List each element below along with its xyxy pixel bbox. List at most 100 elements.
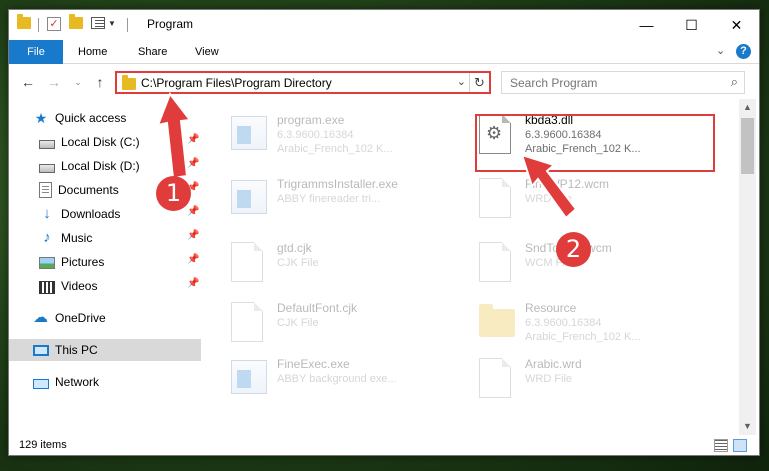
- pin-icon[interactable]: 📌: [187, 230, 199, 241]
- sidebar-item-network[interactable]: Network: [9, 371, 201, 393]
- download-icon: ↓: [43, 205, 51, 222]
- highlight-box-dll: [475, 114, 715, 172]
- search-input[interactable]: [502, 72, 712, 93]
- customize-toolbar-icon[interactable]: [91, 17, 105, 29]
- drive-icon: [39, 163, 55, 173]
- file-item-trigramms-installer[interactable]: TrigrammsInstaller.exe ABBY finereader t…: [215, 171, 455, 223]
- computer-icon: [33, 345, 49, 356]
- pin-icon[interactable]: 📌: [187, 158, 199, 169]
- scroll-up-icon[interactable]: ▲: [739, 99, 756, 116]
- file-item-program-exe[interactable]: program.exe 6.3.9600.16384 Arabic_French…: [215, 107, 455, 159]
- forward-arrow-icon[interactable]: →: [43, 72, 65, 92]
- sidebar-item-local-disk-d[interactable]: Local Disk (D:) 📌: [9, 155, 201, 177]
- document-icon: [231, 242, 263, 282]
- sidebar-item-label: Local Disk (C:): [61, 135, 140, 149]
- scroll-thumb[interactable]: [741, 118, 754, 174]
- file-item-fineexec[interactable]: FineExec.exe ABBY background exe...: [215, 351, 455, 403]
- file-version: 6.3.9600.16384: [277, 129, 354, 141]
- maximize-button[interactable]: ☐: [669, 10, 714, 40]
- file-name: Resource: [525, 301, 577, 315]
- pictures-icon: [39, 257, 55, 269]
- properties-check-icon[interactable]: ✓: [47, 17, 61, 31]
- ribbon-tabs: File Home Share View ⌄ ?: [9, 40, 759, 64]
- file-description: ABBY background exe...: [277, 373, 397, 385]
- sidebar-item-label: Videos: [61, 279, 98, 293]
- large-icons-view-icon[interactable]: [733, 439, 747, 452]
- sidebar-item-label: Documents: [58, 183, 119, 197]
- divider: [38, 18, 39, 32]
- file-name: DefaultFont.cjk: [277, 301, 358, 315]
- file-item-resource[interactable]: Resource 6.3.9600.16384 Arabic_French_10…: [463, 295, 703, 347]
- folder-icon: [122, 75, 136, 90]
- back-arrow-icon[interactable]: ←: [17, 72, 39, 92]
- sidebar-item-label: Pictures: [61, 255, 105, 269]
- close-button[interactable]: ✕: [714, 10, 759, 40]
- item-count: 129 items: [19, 439, 67, 451]
- folder-icon: [479, 304, 515, 337]
- file-name: program.exe: [277, 113, 345, 127]
- document-icon: [479, 358, 511, 398]
- document-icon: [479, 242, 511, 282]
- search-box[interactable]: ⌕: [501, 71, 745, 94]
- cloud-icon: ☁: [33, 309, 48, 326]
- folder-icon[interactable]: [17, 14, 31, 29]
- tab-share[interactable]: Share: [138, 40, 167, 64]
- step-badge-2: 2: [556, 232, 591, 267]
- new-folder-icon[interactable]: [69, 14, 83, 29]
- address-toolbar: ← → ⌄ ↑ C:\Program Files\Program Directo…: [9, 65, 759, 99]
- chevron-down-icon[interactable]: ▼: [108, 19, 116, 28]
- chevron-down-icon[interactable]: ⌄: [457, 75, 466, 88]
- file-type: WRD File: [525, 193, 573, 205]
- sidebar-item-pictures[interactable]: Pictures 📌: [9, 251, 201, 273]
- tab-view[interactable]: View: [195, 40, 219, 64]
- status-bar: 129 items: [9, 435, 759, 455]
- network-icon: [33, 378, 49, 389]
- tab-file[interactable]: File: [9, 40, 63, 64]
- sidebar-item-music[interactable]: ♪ Music 📌: [9, 227, 201, 249]
- chevron-down-icon[interactable]: ⌄: [716, 44, 725, 57]
- scroll-down-icon[interactable]: ▼: [739, 418, 756, 435]
- sidebar-item-onedrive[interactable]: ☁ OneDrive: [9, 307, 201, 329]
- help-icon[interactable]: ?: [736, 44, 751, 59]
- file-list: program.exe 6.3.9600.16384 Arabic_French…: [205, 99, 737, 435]
- pin-icon[interactable]: 📌: [187, 134, 199, 145]
- up-arrow-icon[interactable]: ↑: [89, 72, 111, 92]
- file-description: ABBY finereader tri...: [277, 193, 381, 205]
- pin-icon[interactable]: 📌: [187, 254, 199, 265]
- executable-icon: [231, 360, 267, 394]
- address-bar[interactable]: C:\Program Files\Program Directory ⌄ ↻: [115, 71, 491, 94]
- recent-locations-icon[interactable]: ⌄: [67, 72, 89, 92]
- sidebar-item-label: This PC: [55, 343, 98, 357]
- file-item-arabic-wrd[interactable]: Arabic.wrd WRD File: [463, 351, 703, 403]
- explorer-window: ✓ ▼ Program — ☐ ✕ File Home Share View ⌄…: [8, 9, 760, 456]
- file-name: FineExec.exe: [277, 357, 350, 371]
- sidebar-item-videos[interactable]: Videos 📌: [9, 275, 201, 297]
- drive-icon: [39, 139, 55, 149]
- refresh-icon[interactable]: ↻: [469, 73, 489, 92]
- file-item-gtd-cjk[interactable]: gtd.cjk CJK File: [215, 235, 455, 287]
- pin-icon[interactable]: 📌: [187, 206, 199, 217]
- file-version: 6.3.9600.16384: [525, 317, 602, 329]
- vertical-scrollbar[interactable]: ▲ ▼: [739, 99, 756, 435]
- sidebar-item-quick-access[interactable]: ★ Quick access: [9, 107, 201, 129]
- pin-icon[interactable]: 📌: [187, 278, 199, 289]
- file-item-defaultfont[interactable]: DefaultFont.cjk CJK File: [215, 295, 455, 347]
- address-path[interactable]: C:\Program Files\Program Directory: [141, 76, 332, 90]
- sidebar-item-this-pc[interactable]: This PC: [9, 339, 201, 361]
- file-description: Arabic_French_102 K...: [525, 331, 641, 343]
- sidebar-item-label: OneDrive: [55, 311, 106, 325]
- window-title: Program: [147, 17, 194, 31]
- sidebar-item-local-disk-c[interactable]: Local Disk (C:) 📌: [9, 131, 201, 153]
- details-view-icon[interactable]: [714, 439, 728, 452]
- divider: [127, 18, 128, 32]
- file-item-finewp12[interactable]: FineWP12.wcm WRD File: [463, 171, 703, 223]
- search-icon[interactable]: ⌕: [731, 74, 738, 90]
- documents-icon: [39, 182, 52, 198]
- step-badge-1: 1: [156, 176, 191, 211]
- minimize-button[interactable]: —: [624, 10, 669, 40]
- sidebar-item-label: Quick access: [55, 111, 127, 125]
- file-type: WRD File: [525, 373, 573, 385]
- sidebar-item-label: Network: [55, 375, 100, 389]
- document-icon: [231, 302, 263, 342]
- tab-home[interactable]: Home: [78, 40, 107, 64]
